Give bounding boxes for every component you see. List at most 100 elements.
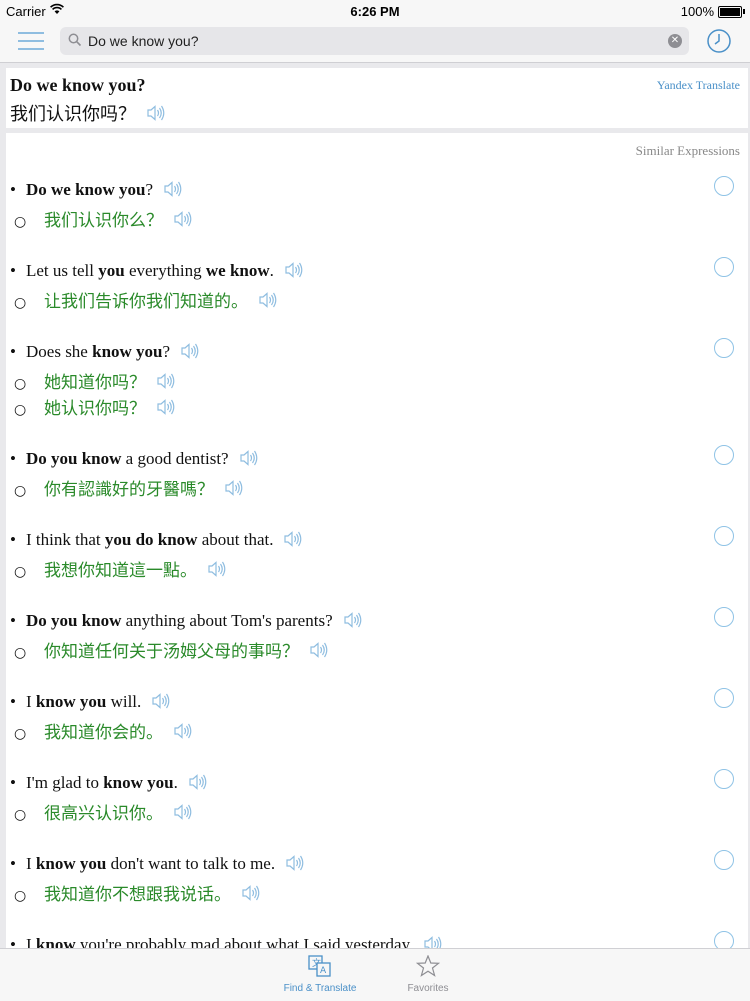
- translation-text: 我知道你不想跟我说话。: [44, 885, 231, 905]
- speaker-icon[interactable]: [156, 372, 176, 394]
- source-text: Do we know you?: [10, 75, 146, 95]
- history-clock-icon[interactable]: [706, 28, 732, 54]
- expression-translation: ○ 很高兴认识你。: [14, 799, 193, 825]
- sub-bullet: ○: [14, 295, 27, 311]
- expression-english: • I think that you do know about that.: [10, 530, 303, 552]
- speaker-icon[interactable]: [163, 180, 183, 202]
- highlighted-match: Do you know: [26, 449, 122, 468]
- select-radio[interactable]: [714, 176, 734, 196]
- expression-text: I'm glad to: [26, 773, 104, 792]
- expression-english: • I know you will.: [10, 692, 171, 714]
- expression-text: will.: [106, 692, 142, 711]
- translation-text: 很高兴认识你。: [44, 804, 163, 824]
- bullet: •: [10, 935, 16, 948]
- expression-text: you're probably mad about what I said ye…: [75, 935, 414, 948]
- sub-bullet: ○: [14, 807, 27, 823]
- expression-english: • Does she know you?: [10, 342, 200, 364]
- tab-find-translate[interactable]: 文A Find & Translate: [270, 955, 370, 994]
- expression-translation: ○ 让我们告诉你我们知道的。: [14, 287, 278, 313]
- expression-english: • Let us tell you everything we know.: [10, 261, 304, 283]
- status-bar: Carrier 6:26 PM 100%: [0, 0, 750, 22]
- sub-bullet: ○: [14, 645, 27, 661]
- select-radio[interactable]: [714, 769, 734, 789]
- select-radio[interactable]: [714, 526, 734, 546]
- expression-text: I: [26, 692, 36, 711]
- tab-bar: 文A Find & Translate Favorites: [0, 948, 750, 1001]
- select-radio[interactable]: [714, 688, 734, 708]
- select-radio[interactable]: [714, 445, 734, 465]
- bullet: •: [10, 342, 16, 361]
- sub-bullet: ○: [14, 214, 27, 230]
- speaker-icon[interactable]: [180, 342, 200, 364]
- select-radio[interactable]: [714, 257, 734, 277]
- expression-translation: ○ 我想你知道這一點。: [14, 556, 227, 582]
- speaker-icon[interactable]: [156, 398, 176, 420]
- translation-text: 她认识你吗？: [44, 399, 146, 419]
- expression-text: I: [26, 854, 36, 873]
- bullet: •: [10, 854, 16, 873]
- clear-icon[interactable]: ✕: [668, 34, 682, 48]
- expression-translation: ○ 她知道你吗？: [14, 368, 176, 394]
- speaker-icon[interactable]: [309, 641, 329, 663]
- expression-translation: ○ 我们认识你么？: [14, 206, 193, 232]
- menu-icon[interactable]: [18, 30, 44, 52]
- expression-text: ?: [145, 180, 154, 199]
- expression-translation: ○ 她认识你吗？: [14, 394, 176, 420]
- clock-label: 6:26 PM: [350, 4, 400, 19]
- speaker-icon[interactable]: [239, 449, 259, 471]
- speaker-icon[interactable]: [173, 210, 193, 232]
- speaker-icon[interactable]: [343, 611, 363, 633]
- speaker-icon[interactable]: [173, 803, 193, 825]
- expression-english: • Do we know you?: [10, 180, 183, 202]
- speaker-icon[interactable]: [173, 722, 193, 744]
- expression-translation: ○ 我知道你会的。: [14, 718, 193, 744]
- translation-text: 我想你知道這一點。: [44, 561, 197, 581]
- provider-link[interactable]: Yandex Translate: [657, 78, 740, 93]
- speaker-icon[interactable]: [284, 261, 304, 283]
- translation-text: 她知道你吗？: [44, 373, 146, 393]
- select-radio[interactable]: [714, 607, 734, 627]
- search-bar[interactable]: ✕: [60, 27, 689, 55]
- expression-text: Does she: [26, 342, 93, 361]
- expression-translation: ○ 你有認識好的牙醫嗎？: [14, 475, 244, 501]
- expression-text: I think that: [26, 530, 105, 549]
- similar-expressions-list: Similar Expressions • Do we know you? ○ 我们认…: [6, 133, 748, 948]
- tab-favorites[interactable]: Favorites: [378, 954, 478, 994]
- translated-text: 我们认识你吗？: [10, 104, 136, 125]
- select-radio[interactable]: [714, 931, 734, 948]
- star-icon: [415, 954, 441, 980]
- speaker-icon[interactable]: [285, 854, 305, 876]
- highlighted-match: you do know: [104, 530, 198, 549]
- speaker-icon[interactable]: [224, 479, 244, 501]
- bullet: •: [10, 692, 16, 711]
- tab-favorites-label: Favorites: [407, 983, 449, 994]
- highlighted-match: you: [98, 261, 125, 280]
- sub-bullet: ○: [14, 483, 27, 499]
- translation-result: Do we know you? 我们认识你吗？ Yandex Translate: [6, 68, 748, 128]
- speaker-icon[interactable]: [188, 773, 208, 795]
- sub-bullet: ○: [14, 888, 27, 904]
- expression-text: don't want to talk to me.: [106, 854, 276, 873]
- select-radio[interactable]: [714, 850, 734, 870]
- translation-text: 让我们告诉你我们知道的。: [44, 292, 248, 312]
- speaker-icon[interactable]: [241, 884, 261, 906]
- speaker-icon[interactable]: [151, 692, 171, 714]
- bullet: •: [10, 611, 16, 630]
- speaker-icon[interactable]: [258, 291, 278, 313]
- speaker-icon[interactable]: [146, 104, 166, 126]
- translate-icon: 文A: [308, 955, 332, 980]
- expression-text: everything: [124, 261, 206, 280]
- speaker-icon[interactable]: [423, 935, 443, 948]
- highlighted-match: know you: [35, 692, 107, 711]
- select-radio[interactable]: [714, 338, 734, 358]
- sub-bullet: ○: [14, 402, 27, 418]
- speaker-icon[interactable]: [207, 560, 227, 582]
- search-input[interactable]: [88, 31, 658, 51]
- expression-text: .: [269, 261, 274, 280]
- speaker-icon[interactable]: [283, 530, 303, 552]
- bullet: •: [10, 261, 16, 280]
- highlighted-match: know you: [92, 342, 163, 361]
- bullet: •: [10, 530, 16, 549]
- sub-bullet: ○: [14, 376, 27, 392]
- expression-english: • I know you don't want to talk to me.: [10, 854, 305, 876]
